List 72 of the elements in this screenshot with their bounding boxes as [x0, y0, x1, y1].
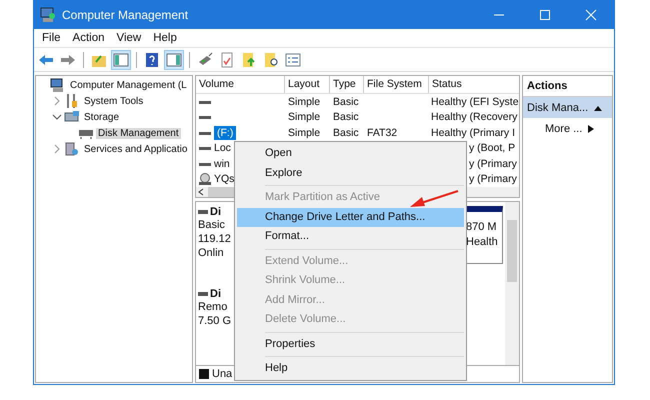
menu-item[interactable]: View [110, 31, 148, 45]
folder-search-icon [263, 52, 279, 68]
expand-icon[interactable] [52, 144, 62, 154]
partition-detail: Health [466, 235, 499, 250]
document-check-icon [219, 52, 235, 68]
column-header[interactable]: File System [364, 76, 429, 93]
table-cell: Basic [333, 110, 359, 124]
disk-label: Di [210, 206, 221, 218]
table-cell: Basic [333, 126, 359, 140]
partition-detail: 870 M [466, 220, 498, 235]
legend-label: Una [212, 368, 232, 380]
table-cell[interactable]: YQs [214, 172, 234, 186]
panel-icon [166, 52, 182, 68]
menu-item[interactable]: Help [147, 31, 183, 45]
menu-item[interactable]: Change Drive Letter and Paths... [237, 208, 464, 227]
tree-item[interactable]: Computer Management (L [68, 80, 189, 90]
column-header[interactable]: Type [330, 76, 364, 93]
services-icon [64, 141, 80, 157]
table-cell: FAT32 [367, 126, 398, 140]
vertical-scrollbar[interactable] [505, 202, 519, 365]
disk-detail: 119.12 [198, 232, 232, 246]
folder-arrow-icon [241, 52, 257, 68]
menu-item[interactable]: Open [237, 144, 464, 164]
column-header[interactable]: Layout [285, 76, 330, 93]
table-cell: Healthy (Recovery [431, 110, 518, 124]
expand-icon[interactable] [52, 96, 62, 106]
table-cell-text: y (Primary [468, 172, 517, 186]
panel-icon [113, 52, 129, 68]
help-icon [144, 52, 160, 68]
tools-icon [64, 93, 80, 109]
disk-detail: Onlin [198, 246, 225, 260]
disc-drive-icon [198, 173, 212, 186]
task-link[interactable]: More ... [527, 122, 582, 134]
plug-icon [197, 52, 213, 68]
disk-label: Di [210, 288, 221, 300]
drive-icon [198, 209, 208, 215]
toolbar-button[interactable] [164, 50, 184, 70]
disk-detail: 7.50 G [198, 314, 232, 328]
table-cell: Simple [288, 126, 320, 140]
tree-item[interactable]: Services and Applicatio [82, 144, 190, 154]
table-cell-text: y (Primary [468, 156, 517, 171]
table-cell[interactable]: (F:) [214, 126, 236, 140]
table-cell: Healthy (Primary I [431, 126, 516, 140]
tree-item[interactable]: System Tools [82, 96, 146, 106]
submenu-arrow-icon [588, 124, 594, 132]
menu-item[interactable]: Explore [237, 164, 464, 183]
tree-item[interactable]: Disk Management [96, 128, 181, 138]
disk-detail: Basic [198, 218, 226, 232]
table-cell[interactable]: win [214, 156, 230, 171]
menu-item[interactable]: Properties [237, 334, 464, 354]
computer-icon [50, 77, 66, 93]
tree-item[interactable]: Storage [82, 112, 122, 122]
toolbar-button[interactable] [111, 50, 131, 70]
column-header[interactable]: Volume [196, 76, 285, 93]
table-cell: Healthy (EFI Syste [431, 94, 519, 109]
menu-item[interactable]: Action [66, 31, 110, 45]
table-cell[interactable]: Loc [214, 141, 231, 156]
table-cell: Simple [288, 94, 320, 109]
list-icon [285, 52, 301, 68]
table-cell: Basic [333, 94, 359, 109]
table-cell-text: y (Boot, P [468, 141, 516, 156]
collapse-icon[interactable] [594, 104, 602, 110]
menu-item[interactable]: File [36, 31, 67, 45]
column-header[interactable]: Status [429, 76, 519, 93]
computer-icon [40, 6, 56, 22]
drive-icon [198, 291, 208, 297]
disk-detail: Remo [198, 300, 228, 314]
menu-item[interactable]: Format... [237, 227, 464, 246]
window-title: Computer Management [62, 8, 190, 22]
menu-item[interactable]: Help [237, 359, 464, 378]
table-cell: Simple [288, 110, 320, 124]
collapse-icon[interactable] [52, 112, 62, 122]
